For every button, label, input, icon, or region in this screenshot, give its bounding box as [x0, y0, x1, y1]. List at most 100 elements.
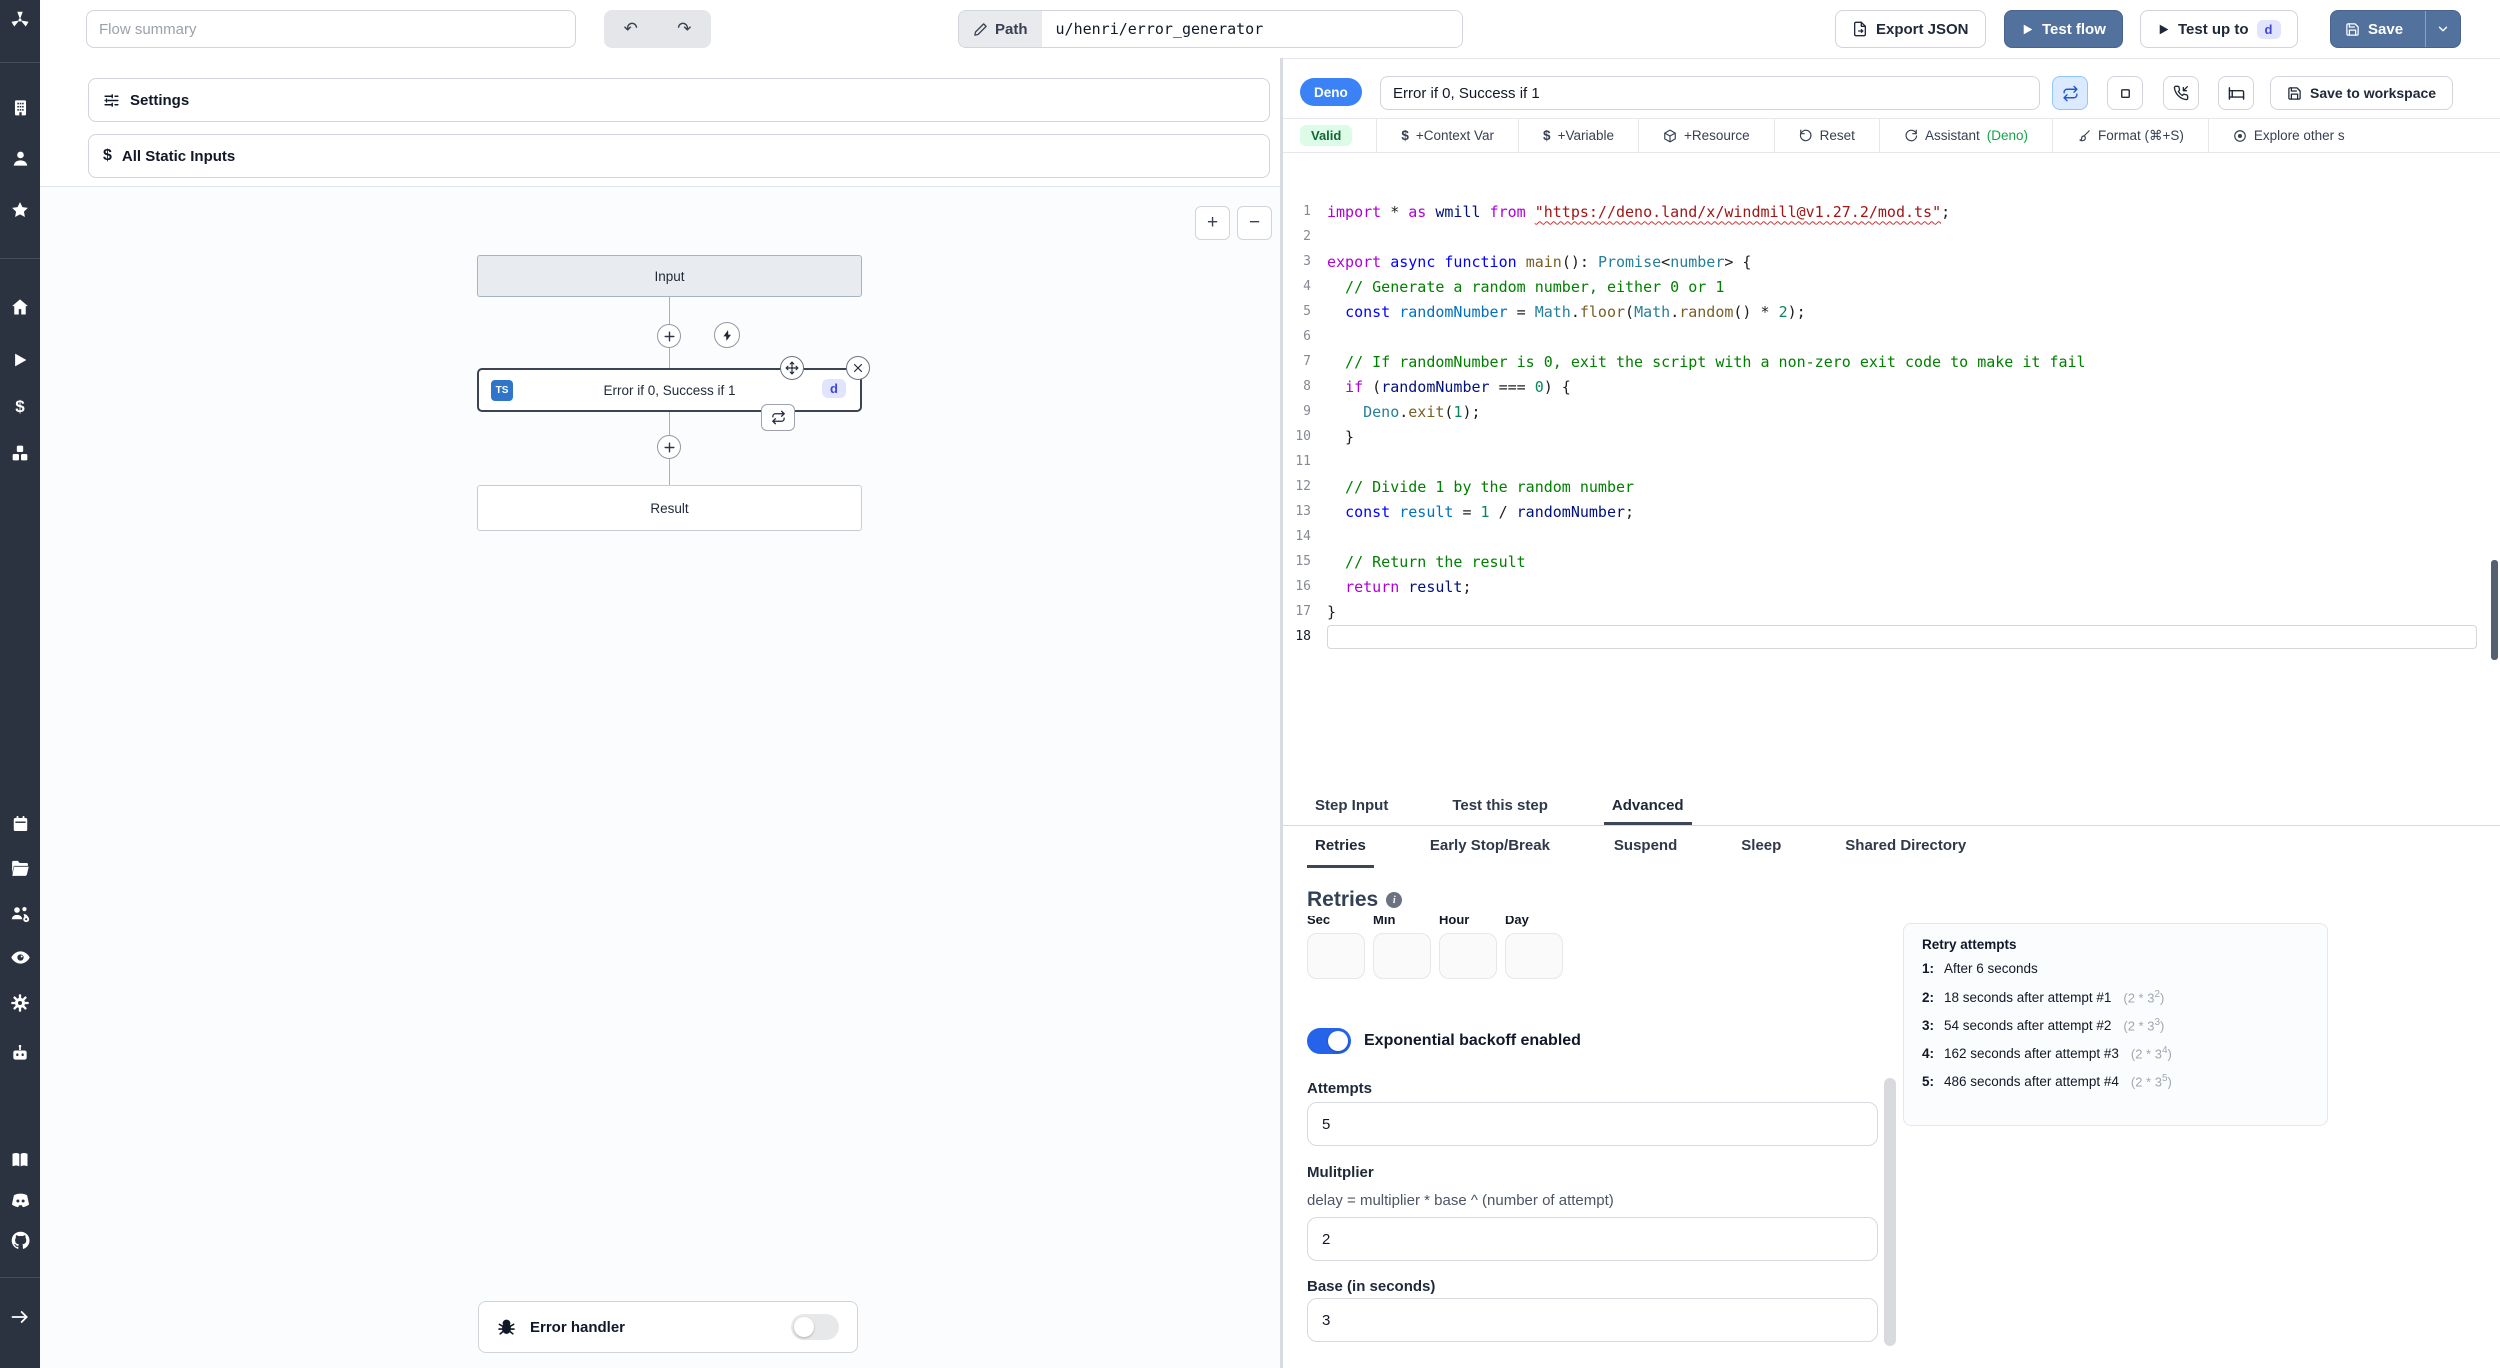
code-line-5[interactable]: 5 const randomNumber = Math.floor(Math.r…	[1283, 299, 2500, 324]
advanced-tab-shared-directory[interactable]: Shared Directory	[1837, 826, 1974, 868]
sidebar-divider	[0, 62, 40, 63]
schedules-calendar-icon[interactable]	[8, 811, 32, 835]
panel-splitter[interactable]	[1280, 58, 1283, 1368]
workspace-building-icon[interactable]	[8, 95, 32, 119]
code-line-9[interactable]: 9 Deno.exit(1);	[1283, 399, 2500, 424]
suspend-phone-button[interactable]	[2163, 76, 2199, 110]
assistant-button[interactable]: Assistant (Deno)	[1878, 119, 2052, 152]
flow-canvas[interactable]	[40, 187, 1280, 1368]
tab-step-input[interactable]: Step Input	[1307, 788, 1396, 825]
attempts-input[interactable]	[1307, 1102, 1878, 1146]
code-line-10[interactable]: 10 }	[1283, 424, 2500, 449]
save-to-workspace-button[interactable]: Save to workspace	[2270, 76, 2454, 110]
windmill-logo-icon[interactable]	[8, 8, 32, 32]
code-line-14[interactable]: 14	[1283, 524, 2500, 549]
discord-icon[interactable]	[8, 1188, 32, 1212]
settings-gear-icon[interactable]	[8, 991, 32, 1015]
github-icon[interactable]	[8, 1228, 32, 1252]
advanced-tab-suspend[interactable]: Suspend	[1606, 826, 1685, 868]
step-retries-indicator[interactable]	[761, 404, 795, 431]
flow-settings-row[interactable]: Settings	[88, 78, 1270, 122]
reset-button[interactable]: Reset	[1773, 119, 1879, 152]
add-variable-button[interactable]: $ +Variable	[1518, 119, 1638, 152]
step-title-input[interactable]	[1380, 76, 2040, 110]
test-up-to-button[interactable]: Test up to d	[2140, 10, 2298, 48]
code-line-15[interactable]: 15 // Return the result	[1283, 549, 2500, 574]
advanced-tab-early-stop-break[interactable]: Early Stop/Break	[1422, 826, 1558, 868]
flow-node-input[interactable]: Input	[477, 255, 862, 297]
time-field-input[interactable]	[1373, 933, 1431, 979]
runs-play-icon[interactable]	[8, 348, 32, 372]
insert-step-button[interactable]	[657, 324, 681, 348]
code-line-1[interactable]: 1 import * as wmill from "https://deno.la…	[1283, 199, 2500, 224]
code-line-2[interactable]: 2	[1283, 224, 2500, 249]
time-field-input[interactable]	[1505, 933, 1563, 979]
zoom-in-button[interactable]: +	[1195, 206, 1230, 240]
code-line-8[interactable]: 8 if (randomNumber === 0) {	[1283, 374, 2500, 399]
time-field-input[interactable]	[1307, 933, 1365, 979]
save-button[interactable]: Save	[2330, 10, 2462, 48]
audit-eye-icon[interactable]	[8, 945, 32, 969]
panel-scrollbar-thumb[interactable]	[1884, 1078, 1896, 1346]
explore-scripts-button[interactable]: Explore other s	[2207, 119, 2369, 152]
docs-book-icon[interactable]	[8, 1148, 32, 1172]
sidebar-divider	[0, 1277, 40, 1278]
tab-advanced[interactable]: Advanced	[1603, 788, 1692, 825]
insert-step-button[interactable]	[657, 435, 681, 459]
groups-users-gear-icon[interactable]	[8, 901, 32, 925]
editor-scrollbar-thumb[interactable]	[2491, 560, 2498, 660]
folders-icon[interactable]	[8, 856, 32, 880]
info-icon[interactable]: i	[1386, 892, 1403, 908]
code-line-18[interactable]: 18	[1283, 624, 2500, 649]
sleep-bed-button[interactable]	[2218, 76, 2254, 110]
code-line-6[interactable]: 6	[1283, 324, 2500, 349]
user-icon[interactable]	[8, 146, 32, 170]
workers-robot-icon[interactable]	[8, 1041, 32, 1065]
line-number: 5	[1303, 304, 1311, 319]
test-flow-button[interactable]: Test flow	[2004, 10, 2123, 48]
time-field-day: Day	[1505, 916, 1563, 979]
add-context-var-button[interactable]: $ +Context Var	[1376, 119, 1518, 152]
code-line-7[interactable]: 7 // If randomNumber is 0, exit the scri…	[1283, 349, 2500, 374]
export-json-button[interactable]: Export JSON	[1835, 10, 1986, 48]
line-content: // Return the result	[1327, 552, 1526, 571]
line-content: export async function main(): Promise<nu…	[1327, 252, 1752, 271]
exponential-backoff-toggle[interactable]	[1307, 1028, 1351, 1054]
resources-cubes-icon[interactable]	[8, 441, 32, 465]
code-line-11[interactable]: 11	[1283, 449, 2500, 474]
advanced-tab-sleep[interactable]: Sleep	[1733, 826, 1789, 868]
retries-toggle-button[interactable]	[2052, 76, 2088, 110]
flow-node-step[interactable]: TS Error if 0, Success if 1 d	[477, 368, 862, 412]
multiplier-input[interactable]	[1307, 1217, 1878, 1261]
code-line-3[interactable]: 3 export async function main(): Promise<n…	[1283, 249, 2500, 274]
path-input[interactable]	[1041, 11, 1462, 47]
variables-dollar-icon[interactable]: $	[8, 395, 32, 419]
format-button[interactable]: Format (⌘+S)	[2051, 119, 2208, 152]
flow-node-result[interactable]: Result	[477, 485, 862, 531]
zoom-out-button[interactable]: −	[1237, 206, 1272, 240]
code-line-12[interactable]: 12 // Divide 1 by the random number	[1283, 474, 2500, 499]
home-icon[interactable]	[8, 295, 32, 319]
tab-test-this-step[interactable]: Test this step	[1444, 788, 1556, 825]
early-stop-button[interactable]	[2107, 76, 2143, 110]
code-line-17[interactable]: 17}	[1283, 599, 2500, 624]
code-line-4[interactable]: 4 // Generate a random number, either 0 …	[1283, 274, 2500, 299]
expand-sidebar-arrow-icon[interactable]	[8, 1305, 32, 1329]
error-handler-toggle[interactable]	[791, 1314, 839, 1340]
code-line-13[interactable]: 13 const result = 1 / randomNumber;	[1283, 499, 2500, 524]
undo-icon[interactable]: ↶	[614, 19, 648, 39]
move-step-button[interactable]	[780, 356, 804, 380]
all-static-inputs-row[interactable]: $ All Static Inputs	[88, 134, 1270, 178]
code-line-16[interactable]: 16 return result;	[1283, 574, 2500, 599]
advanced-tab-retries[interactable]: Retries	[1307, 826, 1374, 868]
add-resource-button[interactable]: +Resource	[1637, 119, 1774, 152]
redo-icon[interactable]: ↷	[667, 19, 701, 39]
time-field-input[interactable]	[1439, 933, 1497, 979]
base-input[interactable]	[1307, 1298, 1878, 1342]
flow-summary-input[interactable]	[86, 10, 576, 48]
trigger-bolt-button[interactable]	[714, 322, 740, 348]
save-dropdown-caret[interactable]	[2425, 11, 2460, 47]
delete-step-button[interactable]	[846, 356, 870, 380]
favorites-star-icon[interactable]	[8, 198, 32, 222]
code-editor[interactable]: 1 import * as wmill from "https://deno.la…	[1283, 153, 2500, 788]
